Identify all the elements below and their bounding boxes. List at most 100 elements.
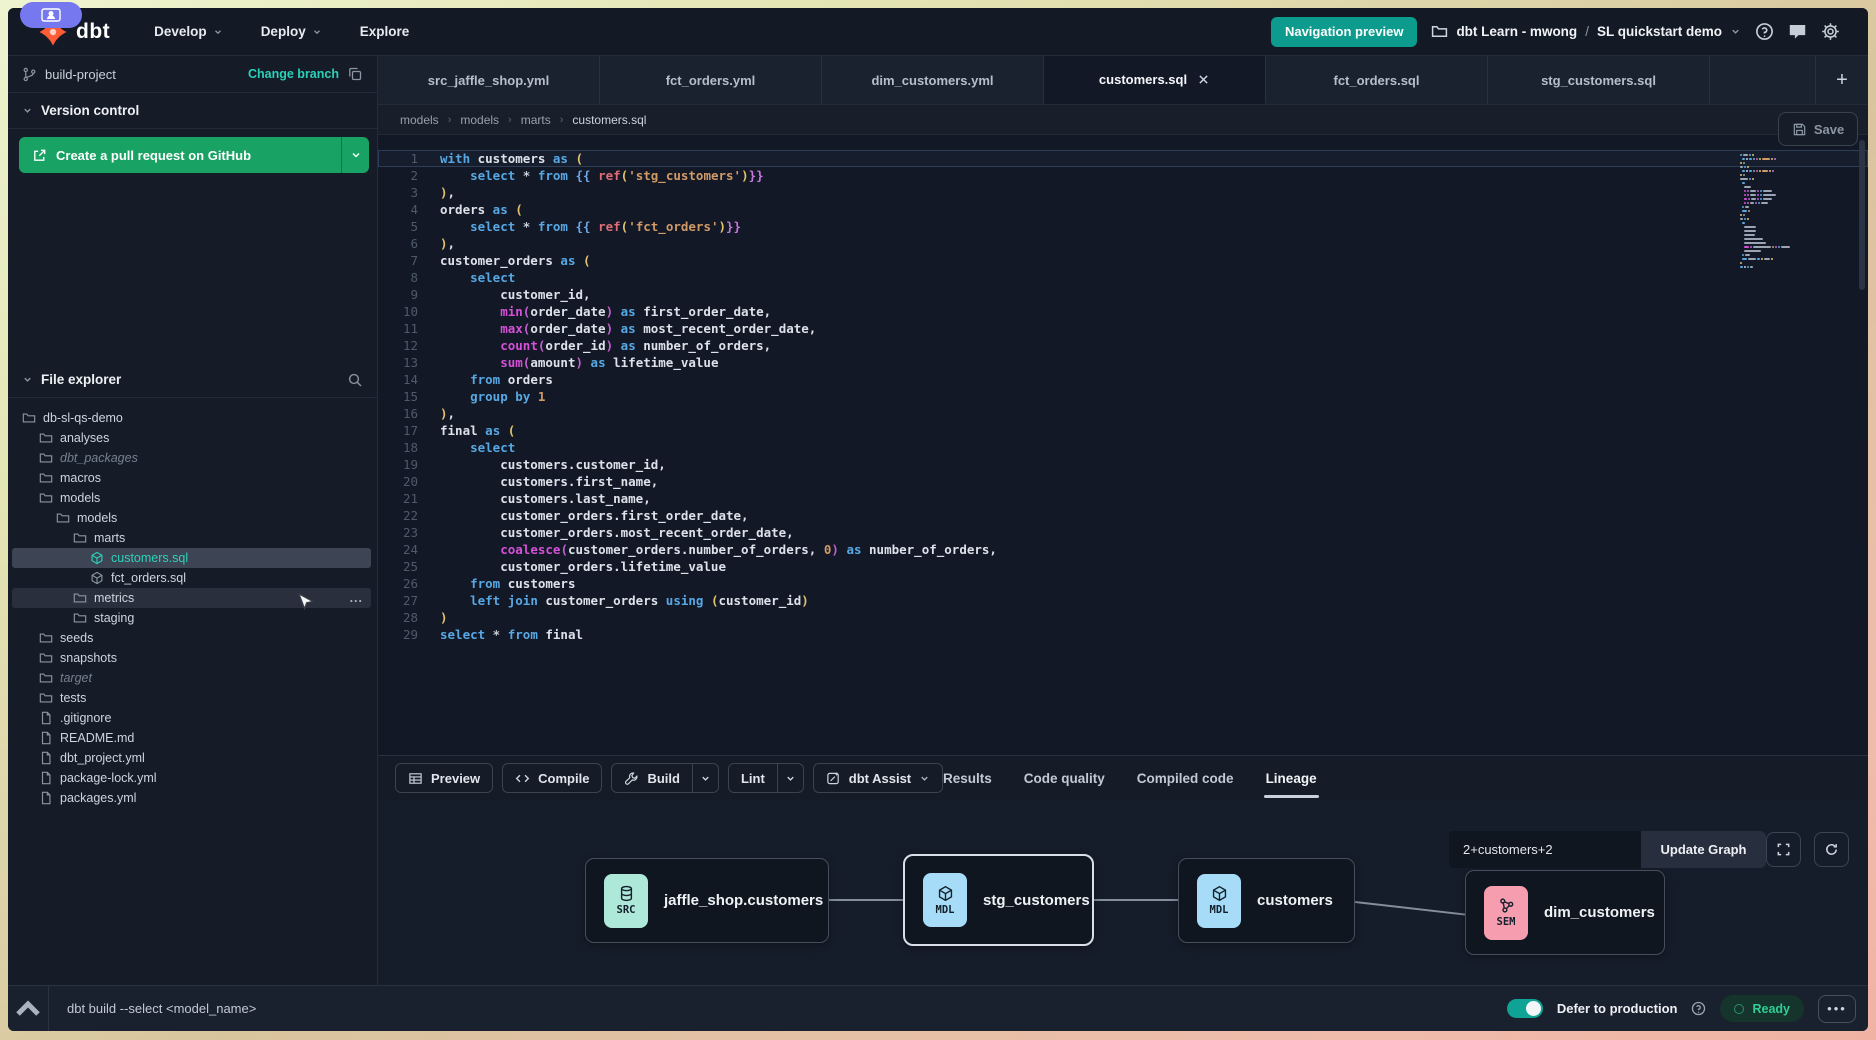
file-tree-item-packages-yml[interactable]: packages.yml xyxy=(12,788,371,808)
ready-status-badge[interactable]: Ready xyxy=(1720,995,1804,1022)
editor-tab-fct-orders-sql[interactable]: fct_orders.sql xyxy=(1266,56,1488,104)
lineage-node-stg-customers[interactable]: MDLstg_customers xyxy=(903,854,1094,946)
version-control-header[interactable]: Version control xyxy=(8,93,377,129)
editor-minimap[interactable] xyxy=(1740,154,1800,270)
account-breadcrumb[interactable]: dbt Learn - mwong / SL quickstart demo xyxy=(1431,23,1741,40)
action-main[interactable]: Compile xyxy=(503,764,601,792)
editor-scrollbar[interactable] xyxy=(1859,140,1865,290)
fullscreen-button[interactable] xyxy=(1766,832,1801,867)
file-tree-item-staging[interactable]: staging xyxy=(12,608,371,628)
file-tree-item-tests[interactable]: tests xyxy=(12,688,371,708)
file-tree-item-dbt-packages[interactable]: dbt_packages xyxy=(12,448,371,468)
file-tree-item-seeds[interactable]: seeds xyxy=(12,628,371,648)
help-icon[interactable] xyxy=(1755,22,1774,41)
chevron-down-icon xyxy=(22,105,33,116)
editor-tab-fct-orders-yml[interactable]: fct_orders.yml xyxy=(600,56,822,104)
settings-gear-icon[interactable] xyxy=(1821,22,1840,41)
lineage-node-dim-customers[interactable]: SEMdim_customers xyxy=(1465,870,1665,955)
file-tree-item-models[interactable]: models xyxy=(12,508,371,528)
create-pr-button[interactable]: Create a pull request on GitHub xyxy=(19,137,369,173)
file-tree-item-package-lock-yml[interactable]: package-lock.yml xyxy=(12,768,371,788)
file-tree-item-snapshots[interactable]: snapshots xyxy=(12,648,371,668)
expand-command-bar-icon[interactable] xyxy=(8,989,48,1029)
panel-tab-lineage[interactable]: Lineage xyxy=(1266,756,1317,800)
defer-help-icon[interactable] xyxy=(1691,1001,1706,1016)
action-caret[interactable] xyxy=(692,764,718,792)
nav-label: Develop xyxy=(154,24,207,39)
save-button[interactable]: Save xyxy=(1778,112,1858,146)
panel-tab-code-quality[interactable]: Code quality xyxy=(1024,756,1105,800)
update-graph-button[interactable]: Update Graph xyxy=(1641,831,1766,868)
navigation-preview-button[interactable]: Navigation preview xyxy=(1271,17,1417,47)
refresh-button[interactable] xyxy=(1814,832,1849,867)
editor-tab-stg-customers-sql[interactable]: stg_customers.sql xyxy=(1488,56,1710,104)
file-tree-item-customers-sql[interactable]: customers.sql xyxy=(12,548,371,568)
nav-deploy[interactable]: Deploy xyxy=(261,24,322,39)
editor-tab-src-jaffle-shop-yml[interactable]: src_jaffle_shop.yml xyxy=(378,56,600,104)
breadcrumb-segment[interactable]: models xyxy=(460,113,499,127)
nav-explore[interactable]: Explore xyxy=(360,24,410,39)
file-tree-item-models[interactable]: models xyxy=(12,488,371,508)
build-button[interactable]: Build xyxy=(611,763,719,793)
tab-close-icon[interactable] xyxy=(1197,73,1210,86)
panel-tab-compiled-code[interactable]: Compiled code xyxy=(1137,756,1234,800)
lineage-selector-input[interactable]: 2+customers+2 xyxy=(1449,831,1641,868)
breadcrumb-segment[interactable]: marts xyxy=(521,113,551,127)
search-icon[interactable] xyxy=(347,372,363,388)
file-explorer-header[interactable]: File explorer xyxy=(8,362,377,398)
breadcrumb-segment[interactable]: models xyxy=(400,113,439,127)
dbt-assist-button[interactable]: dbt Assist xyxy=(813,763,943,793)
file-tree-item-analyses[interactable]: analyses xyxy=(12,428,371,448)
action-main[interactable]: Lint xyxy=(729,764,777,792)
folder-icon xyxy=(39,651,53,665)
lineage-canvas[interactable]: SRCjaffle_shop.customersMDLstg_customers… xyxy=(378,800,1868,985)
line-number: 8 xyxy=(378,269,418,286)
node-type-label: MDL xyxy=(1210,904,1229,916)
lineage-node-jaffle-shop-customers[interactable]: SRCjaffle_shop.customers xyxy=(585,858,829,943)
file-tree-item-macros[interactable]: macros xyxy=(12,468,371,488)
code-editor[interactable]: 1with customers as (2 select * from {{ r… xyxy=(378,135,1868,755)
nav-develop[interactable]: Develop xyxy=(154,24,223,39)
action-caret[interactable] xyxy=(777,764,803,792)
line-number: 11 xyxy=(378,320,418,337)
action-main[interactable]: Preview xyxy=(396,764,492,792)
file-tree-item-readme-md[interactable]: README.md xyxy=(12,728,371,748)
create-pr-main[interactable]: Create a pull request on GitHub xyxy=(19,137,341,173)
defer-toggle[interactable] xyxy=(1507,999,1543,1018)
editor-tab-dim-customers-yml[interactable]: dim_customers.yml xyxy=(822,56,1044,104)
action-main[interactable]: Build xyxy=(612,764,692,792)
preview-button[interactable]: Preview xyxy=(395,763,493,793)
lint-button[interactable]: Lint xyxy=(728,763,804,793)
lineage-node-customers[interactable]: MDLcustomers xyxy=(1178,858,1355,943)
row-more-icon[interactable]: ... xyxy=(350,591,363,605)
breadcrumb-segment[interactable]: customers.sql xyxy=(572,113,646,127)
line-number: 10 xyxy=(378,303,418,320)
action-main[interactable]: dbt Assist xyxy=(814,764,942,792)
panel-tab-results[interactable]: Results xyxy=(943,756,992,800)
file-tree-item-dbt-project-yml[interactable]: dbt_project.yml xyxy=(12,748,371,768)
file-tree-item-db-sl-qs-demo[interactable]: db-sl-qs-demo xyxy=(12,408,371,428)
more-options-button[interactable]: ••• xyxy=(1818,995,1856,1023)
compile-button[interactable]: Compile xyxy=(502,763,602,793)
file-tree-item--gitignore[interactable]: .gitignore xyxy=(12,708,371,728)
file-tree-item-fct-orders-sql[interactable]: fct_orders.sql xyxy=(12,568,371,588)
feedback-icon[interactable] xyxy=(1788,22,1807,41)
change-branch-link[interactable]: Change branch xyxy=(248,67,339,81)
account-name: dbt Learn - mwong xyxy=(1456,24,1577,39)
file-tree-item-marts[interactable]: marts xyxy=(12,528,371,548)
line-number: 6 xyxy=(378,235,418,252)
create-pr-caret[interactable] xyxy=(341,137,369,173)
command-input[interactable]: dbt build --select <model_name> xyxy=(48,986,1507,1031)
code-line: 2 select * from {{ ref('stg_customers')}… xyxy=(378,167,1868,184)
sidebar: build-project Change branch Version cont… xyxy=(8,55,378,985)
node-label: stg_customers xyxy=(983,892,1090,909)
new-tab-button[interactable]: + xyxy=(1816,56,1868,104)
code-line: 22 customer_orders.first_order_date, xyxy=(378,507,1868,524)
editor-tab-customers-sql[interactable]: customers.sql xyxy=(1044,56,1266,104)
file-tree-item-metrics[interactable]: metrics... xyxy=(12,588,371,608)
project-name: SL quickstart demo xyxy=(1597,24,1722,39)
copy-icon[interactable] xyxy=(347,66,363,82)
file-tree-item-target[interactable]: target xyxy=(12,668,371,688)
code-text: from orders xyxy=(418,371,553,388)
line-number: 3 xyxy=(378,184,418,201)
